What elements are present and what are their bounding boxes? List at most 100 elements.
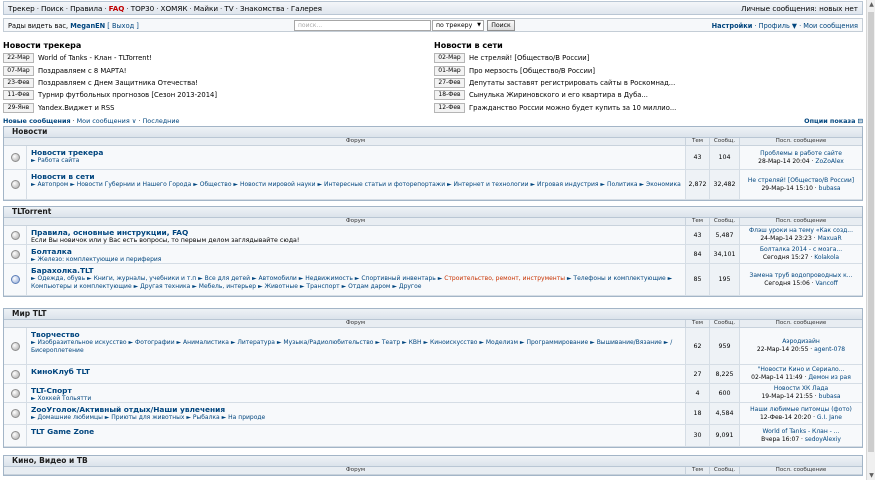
subforum-link[interactable]: Телефоны и комплектующие: [573, 275, 665, 282]
subforum-link[interactable]: Железо: комплектующие и периферия: [38, 256, 162, 263]
menu-item[interactable]: TV: [224, 4, 233, 13]
username-link[interactable]: MeganEN: [70, 22, 105, 30]
forum-title-link[interactable]: Барахолка.TLT: [31, 266, 683, 275]
subforum-link[interactable]: Приюты для животных: [111, 414, 184, 421]
menu-item[interactable]: Правила: [70, 4, 102, 13]
news-title-link[interactable]: Поздравляем с Днем Защитника Отечества!: [38, 79, 198, 87]
show-options-link[interactable]: Опции показа ⊟: [804, 117, 863, 125]
subforum-link[interactable]: Литература: [237, 339, 275, 346]
last-post-link[interactable]: Флэш уроки на тему «Как созд...: [740, 227, 862, 235]
forum-title-link[interactable]: TLT-Спорт: [31, 386, 683, 395]
forum-title-link[interactable]: TLT Game Zone: [31, 427, 683, 436]
news-title-link[interactable]: Турнир футбольных прогнозов [Сезон 2013-…: [38, 91, 217, 99]
menu-item[interactable]: Знакомства: [240, 4, 285, 13]
search-button[interactable]: Поиск: [487, 20, 515, 31]
my-posts-link[interactable]: Мои сообщения ∨: [77, 117, 137, 125]
logout-link[interactable]: [ Выход ]: [107, 22, 139, 30]
subforum-link[interactable]: Изобразительное искусство: [38, 339, 127, 346]
search-scope-select[interactable]: по трекеру ▼: [432, 20, 484, 31]
forum-title-link[interactable]: Правила, основные инструкции, FAQ: [31, 228, 683, 237]
menu-item[interactable]: ХОМЯК: [161, 4, 188, 13]
subforum-link[interactable]: Вышивание/Вязание: [597, 339, 662, 346]
subforum-link[interactable]: Экономика: [646, 181, 681, 188]
subforum-link[interactable]: Киноискусство: [430, 339, 477, 346]
subforum-link[interactable]: Рыбалка: [193, 414, 220, 421]
subforum-link[interactable]: Анималистика: [183, 339, 229, 346]
menu-item[interactable]: Галерея: [291, 4, 322, 13]
last-post-link[interactable]: "Новости Кино и Сериало...: [740, 366, 862, 374]
subforum-link[interactable]: Новости Губернии и Нашего Города: [77, 181, 192, 188]
forum-title-link[interactable]: Болталка: [31, 247, 683, 256]
subforum-link[interactable]: Все для детей: [205, 275, 250, 282]
subforum-link[interactable]: Интересные статьи и фоторепортажи: [324, 181, 445, 188]
last-post-author-link[interactable]: MaxuaR: [818, 235, 842, 242]
subforum-link[interactable]: КВН: [409, 339, 422, 346]
category-title[interactable]: Мир TLT: [4, 309, 862, 320]
news-title-link[interactable]: Поздравляем с 8 МАРТА!: [38, 67, 127, 75]
subforum-link[interactable]: Книги, журналы, учебники и т.п: [94, 275, 197, 282]
last-post-author-link[interactable]: Демон из рая: [808, 374, 851, 381]
menu-item[interactable]: Поиск: [41, 4, 64, 13]
last-post-author-link[interactable]: ZoZoAlex: [815, 158, 843, 165]
subforum-link[interactable]: Животные: [265, 283, 298, 290]
last-post-author-link[interactable]: Kolakola: [814, 254, 839, 261]
subforum-link[interactable]: Домашние любимцы: [38, 414, 103, 421]
subforum-link[interactable]: Моделизм: [486, 339, 518, 346]
subforum-link[interactable]: Игровая индустрия: [537, 181, 598, 188]
subforum-link[interactable]: Автомобили: [258, 275, 296, 282]
subforum-link[interactable]: Отдам даром: [348, 283, 390, 290]
subforum-link[interactable]: Интернет и технологии: [454, 181, 529, 188]
menu-item[interactable]: TOP30: [131, 4, 155, 13]
category-title[interactable]: TLTorrent: [4, 207, 862, 218]
news-title-link[interactable]: Депутаты заставят регистрировать сайты в…: [469, 79, 675, 87]
news-title-link[interactable]: World of Tanks - Клан - TLTorrent!: [38, 54, 152, 62]
news-title-link[interactable]: Сынулька Жириновского и его квартира в Д…: [469, 91, 648, 99]
private-messages-status[interactable]: Личные сообщения: новых нет: [741, 4, 858, 13]
menu-item[interactable]: Трекер: [8, 4, 35, 13]
last-post-link[interactable]: Проблемы в работе сайте: [740, 150, 862, 158]
menu-item[interactable]: Майки: [194, 4, 218, 13]
scroll-down-icon[interactable]: ▼: [867, 471, 875, 480]
subforum-link[interactable]: Транспорт: [306, 283, 339, 290]
news-title-link[interactable]: Yandex.Виджет и RSS: [38, 104, 114, 112]
profile-link[interactable]: Профиль ▼: [759, 22, 797, 30]
forum-title-link[interactable]: Творчество: [31, 330, 683, 339]
forum-title-link[interactable]: ZooУголок/Активный отдых/Наши увлечения: [31, 405, 683, 414]
news-title-link[interactable]: Про мерзость [Общество/В России]: [469, 67, 595, 75]
search-input[interactable]: поиск...: [294, 20, 431, 31]
last-post-link[interactable]: Новости ХК Лада: [740, 385, 862, 393]
last-post-link[interactable]: Болталка 2014 - с мозга...: [740, 246, 862, 254]
last-post-author-link[interactable]: bubasa: [819, 185, 841, 192]
scrollbar-thumb[interactable]: [868, 12, 874, 452]
last-post-link[interactable]: Замена труб водопроводных к...: [740, 272, 862, 280]
last-post-author-link[interactable]: agent-078: [814, 346, 845, 353]
last-post-link[interactable]: World of Tanks - Клан - ...: [740, 428, 862, 436]
subforum-link[interactable]: Другое: [399, 283, 422, 290]
latest-link[interactable]: Последние: [143, 117, 180, 125]
subforum-link[interactable]: Политика: [607, 181, 638, 188]
last-post-author-link[interactable]: Vancoff: [816, 280, 838, 287]
last-post-link[interactable]: Аэродизайн: [740, 338, 862, 346]
subforum-link[interactable]: Программирование: [526, 339, 588, 346]
settings-link[interactable]: Настройки: [712, 22, 753, 30]
forum-title-link[interactable]: КиноКлуб TLT: [31, 367, 683, 376]
subforum-link[interactable]: Компьютеры и комплектующие: [31, 283, 132, 290]
subforum-link[interactable]: Другая техника: [140, 283, 190, 290]
subforum-link[interactable]: Одежда, обувь: [38, 275, 86, 282]
news-title-link[interactable]: Гражданство России можно будет купить за…: [469, 104, 676, 112]
last-post-author-link[interactable]: sedoyAlexiy: [805, 436, 841, 443]
subforum-link[interactable]: Работа сайта: [38, 157, 80, 164]
news-title-link[interactable]: Не стреляй! [Общество/В России]: [469, 54, 589, 62]
vertical-scrollbar[interactable]: ▲ ▼: [866, 0, 875, 480]
subforum-link[interactable]: Хоккей Тольятти: [38, 395, 92, 402]
subforum-link[interactable]: На природе: [228, 414, 265, 421]
forum-title-link[interactable]: Новости в сети: [31, 172, 683, 181]
subforum-link[interactable]: Недвижимость: [305, 275, 353, 282]
subforum-link[interactable]: Автопром: [38, 181, 69, 188]
scroll-up-icon[interactable]: ▲: [867, 0, 875, 9]
menu-item[interactable]: FAQ: [109, 4, 125, 13]
subforum-link[interactable]: Музыка/Радиолюбительство: [283, 339, 373, 346]
last-post-author-link[interactable]: G.I. Jane: [817, 414, 842, 421]
category-title[interactable]: Новости: [4, 127, 862, 138]
last-post-author-link[interactable]: bubasa: [819, 393, 841, 400]
